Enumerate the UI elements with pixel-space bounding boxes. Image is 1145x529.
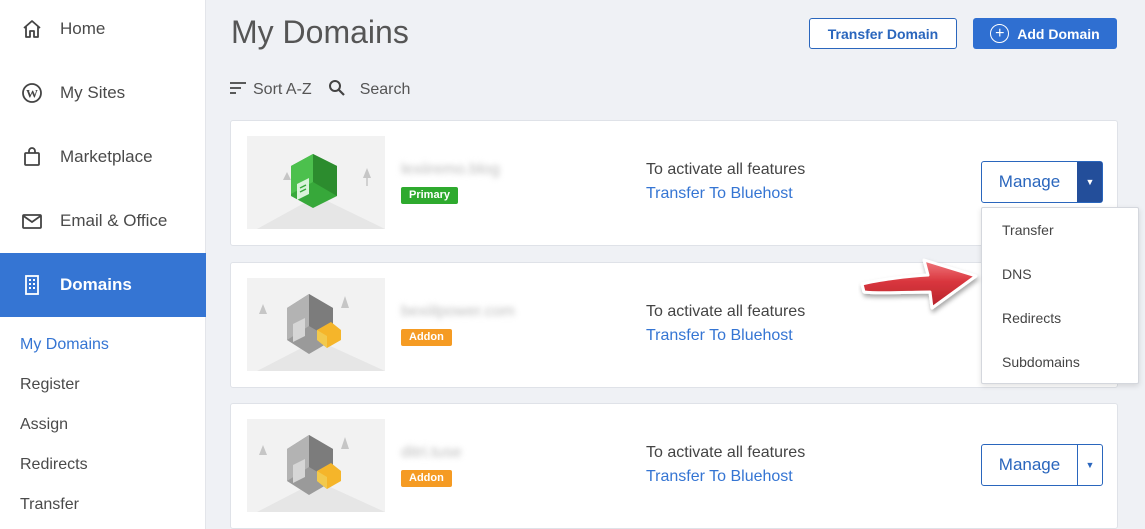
home-icon <box>20 17 44 41</box>
wordpress-icon: W <box>20 81 44 105</box>
subnav-transfer[interactable]: Transfer <box>20 496 79 514</box>
activate-text: To activate all features <box>646 303 806 320</box>
house-illustration-gray <box>247 278 385 371</box>
toolbar: Sort A-Z Search <box>229 78 410 102</box>
nav-marketplace[interactable]: Marketplace <box>0 125 206 189</box>
house-illustration-gray <box>247 419 385 512</box>
sidebar: Home W My Sites Marketplace Email & Offi… <box>0 0 206 529</box>
nav-my-sites-label: My Sites <box>60 83 126 102</box>
manage-dropdown-toggle[interactable]: ▼ <box>1077 162 1102 202</box>
manage-dropdown-menu: Transfer DNS Redirects Subdomains <box>981 207 1139 384</box>
building-icon <box>20 273 44 297</box>
nav-domains-label: Domains <box>60 275 132 294</box>
addon-badge: Addon <box>401 329 452 346</box>
activate-text: To activate all features <box>646 444 806 461</box>
subnav-redirects[interactable]: Redirects <box>20 456 88 474</box>
page-title: My Domains <box>231 14 409 50</box>
nav-email-office[interactable]: Email & Office <box>0 189 206 253</box>
domain-card: ditri.tuse Addon To activate all feature… <box>230 403 1118 529</box>
menu-item-redirects[interactable]: Redirects <box>1002 310 1061 326</box>
sort-label: Sort A-Z <box>253 81 312 98</box>
menu-item-subdomains[interactable]: Subdomains <box>1002 354 1080 370</box>
subnav-register[interactable]: Register <box>20 376 80 394</box>
house-illustration-green <box>247 136 385 229</box>
transfer-domain-button[interactable]: Transfer Domain <box>809 18 957 49</box>
manage-button[interactable]: Manage <box>982 445 1077 485</box>
search-icon <box>328 79 346 102</box>
menu-item-dns[interactable]: DNS <box>1002 266 1032 282</box>
nav-marketplace-label: Marketplace <box>60 147 153 166</box>
manage-button[interactable]: Manage <box>982 162 1077 202</box>
manage-split-button: Manage ▼ <box>981 444 1103 486</box>
nav-my-sites[interactable]: W My Sites <box>0 61 206 125</box>
activate-text: To activate all features <box>646 161 806 178</box>
add-domain-button[interactable]: + Add Domain <box>973 18 1117 49</box>
caret-down-icon: ▼ <box>1085 460 1095 470</box>
transfer-to-bluehost-link[interactable]: Transfer To Bluehost <box>646 327 793 345</box>
nav-home-label: Home <box>60 19 106 38</box>
svg-text:W: W <box>26 87 38 101</box>
addon-badge: Addon <box>401 470 452 487</box>
plus-circle-icon: + <box>990 24 1010 43</box>
subnav-assign[interactable]: Assign <box>20 416 68 434</box>
transfer-to-bluehost-link[interactable]: Transfer To Bluehost <box>646 468 793 486</box>
caret-down-icon: ▼ <box>1085 177 1095 187</box>
annotation-arrow-icon <box>858 250 986 321</box>
add-domain-label: Add Domain <box>1017 25 1100 42</box>
domain-name: ditri.tuse <box>401 444 462 461</box>
nav-email-office-label: Email & Office <box>60 211 168 230</box>
primary-badge: Primary <box>401 187 458 204</box>
envelope-icon <box>20 209 44 233</box>
transfer-to-bluehost-link[interactable]: Transfer To Bluehost <box>646 185 793 203</box>
search-button[interactable]: Search <box>328 79 411 102</box>
nav-domains[interactable]: Domains <box>0 253 206 317</box>
manage-dropdown-toggle[interactable]: ▼ <box>1077 445 1102 485</box>
manage-split-button: Manage ▼ <box>981 161 1103 203</box>
sort-icon <box>229 81 247 100</box>
subnav-my-domains[interactable]: My Domains <box>20 336 109 354</box>
menu-item-transfer[interactable]: Transfer <box>1002 222 1054 238</box>
sort-button[interactable]: Sort A-Z <box>229 81 312 100</box>
domain-name: bexiilpower.com <box>401 303 515 320</box>
shopping-bag-icon <box>20 145 44 169</box>
search-label: Search <box>359 81 411 98</box>
domain-name: lexiiremo.blog <box>401 161 500 178</box>
nav-home[interactable]: Home <box>0 0 206 61</box>
